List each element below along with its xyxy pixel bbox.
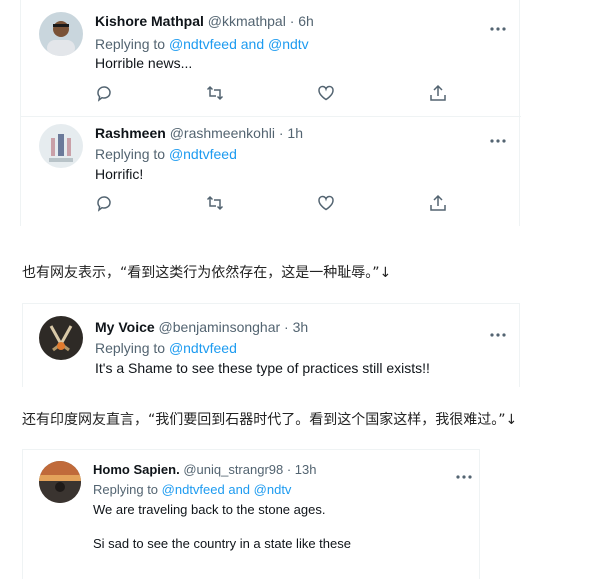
author-handle[interactable]: @uniq_strangr98 · 13h — [183, 462, 316, 477]
like-icon[interactable] — [317, 194, 335, 212]
more-icon[interactable] — [489, 131, 507, 143]
mention-link[interactable]: @ndtv — [268, 36, 309, 52]
tweet-text: We are traveling back to the stone ages. — [93, 502, 326, 517]
avatar[interactable] — [39, 124, 83, 168]
tweet-card-myvoice[interactable]: My Voice @benjaminsonghar · 3h Replying … — [22, 303, 520, 387]
reply-icon[interactable] — [95, 84, 113, 102]
mention-link[interactable]: @ndtvfeed — [162, 482, 225, 497]
article-caption: 也有网友表示，“看到这类行为依然存在，这是一种耻辱。”↓ — [22, 265, 392, 281]
tweet-card-kishore[interactable]: Kishore Mathpal @kkmathpal · 6h Replying… — [20, 0, 521, 118]
retweet-icon[interactable] — [206, 194, 224, 212]
author-handle[interactable]: @kkmathpal · 6h — [208, 13, 314, 29]
more-icon[interactable] — [455, 467, 473, 479]
replying-label: Replying to — [93, 482, 162, 497]
share-icon[interactable] — [429, 84, 447, 102]
avatar[interactable] — [39, 316, 83, 360]
author-name[interactable]: Homo Sapien. — [93, 462, 180, 477]
like-icon[interactable] — [317, 84, 335, 102]
replying-label: Replying to — [95, 340, 169, 356]
avatar[interactable] — [39, 12, 83, 56]
replying-label: Replying to — [95, 146, 169, 162]
article-caption: 还有印度网友直言，“我们要回到石器时代了。看到这个国家这样，我很难过。”↓ — [22, 412, 518, 428]
reply-icon[interactable] — [95, 194, 113, 212]
replying-label: Replying to — [95, 36, 169, 52]
author-name[interactable]: Rashmeen — [95, 125, 166, 141]
tweet-text: Horrible news... — [95, 55, 193, 71]
author-handle[interactable]: @benjaminsonghar · 3h — [159, 319, 309, 335]
avatar[interactable] — [39, 461, 81, 503]
author-name[interactable]: Kishore Mathpal — [95, 13, 204, 29]
mention-link[interactable]: @ndtvfeed — [169, 36, 237, 52]
retweet-icon[interactable] — [206, 84, 224, 102]
mention-link[interactable]: @ndtvfeed — [169, 146, 237, 162]
author-name[interactable]: My Voice — [95, 319, 155, 335]
mention-conjunction: and — [224, 482, 254, 497]
mention-link[interactable]: @ndtvfeed — [169, 340, 237, 356]
divider — [21, 116, 521, 117]
tweet-text: Horrific! — [95, 166, 144, 182]
tweet-card-rashmeen[interactable]: Rashmeen @rashmeenkohli · 1h Replying to… — [20, 118, 520, 226]
share-icon[interactable] — [429, 194, 447, 212]
author-handle[interactable]: @rashmeenkohli · 1h — [170, 125, 303, 141]
tweet-text: It's a Shame to see these type of practi… — [95, 360, 430, 376]
more-icon[interactable] — [489, 325, 507, 337]
mention-link[interactable]: @ndtv — [254, 482, 292, 497]
tweet-text-line-2: Si sad to see the country in a state lik… — [93, 536, 351, 551]
mention-conjunction: and — [236, 36, 268, 52]
tweet-card-homosapien[interactable]: Homo Sapien. @uniq_strangr98 · 13h Reply… — [22, 449, 480, 579]
more-icon[interactable] — [489, 19, 507, 31]
